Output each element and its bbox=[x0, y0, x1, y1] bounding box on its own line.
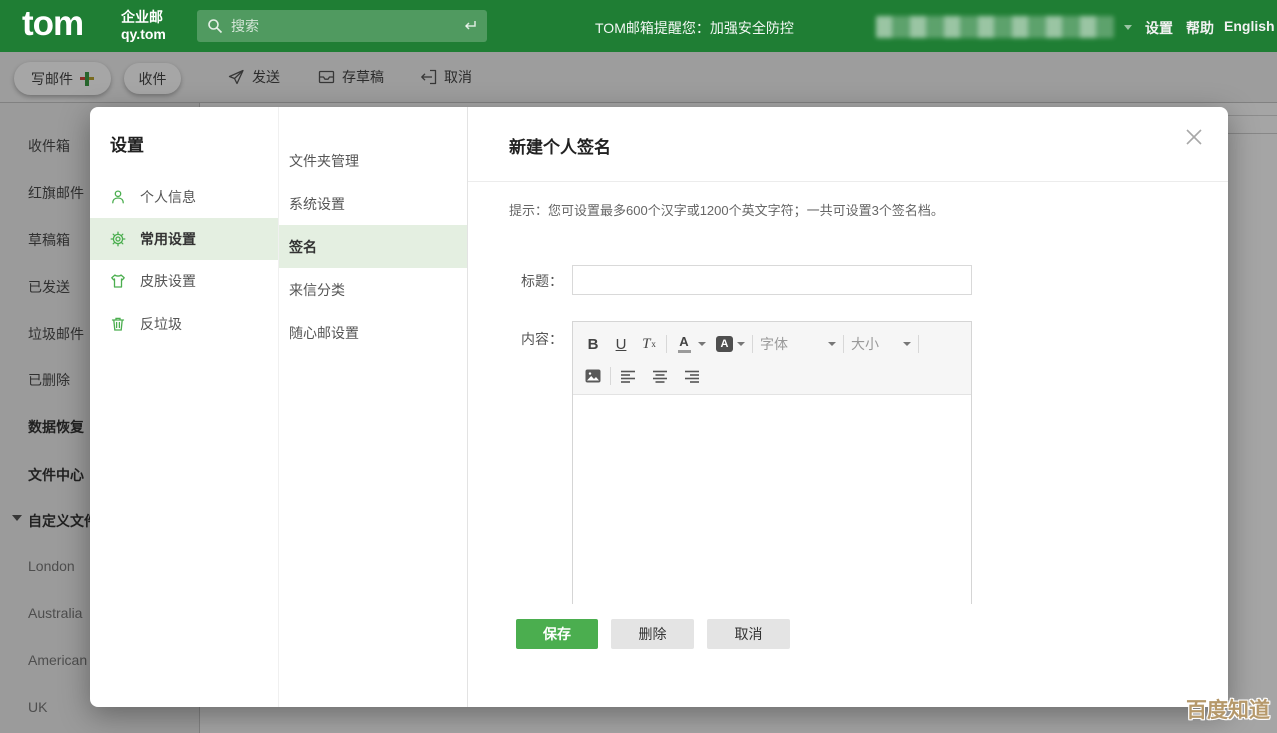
bg-color-button[interactable]: A bbox=[716, 336, 733, 352]
toolbar-separator bbox=[918, 335, 919, 353]
content-field-label: 内容： bbox=[521, 329, 563, 349]
image-icon bbox=[585, 369, 601, 383]
gear-icon bbox=[110, 231, 126, 247]
bg-color-caret-icon[interactable] bbox=[737, 342, 745, 346]
cancel-button[interactable]: 取消 bbox=[707, 619, 790, 649]
dialog-hint: 提示：您可设置最多600个汉字或1200个英文字符；一共可设置3个签名档。 bbox=[509, 200, 944, 219]
clear-format-button[interactable]: Tx bbox=[639, 333, 659, 355]
menu-label: 常用设置 bbox=[140, 229, 196, 249]
toolbar-separator bbox=[610, 367, 611, 385]
account-caret-icon[interactable] bbox=[1124, 25, 1132, 30]
submenu-item-signature[interactable]: 签名 bbox=[279, 225, 468, 268]
trash-icon bbox=[110, 316, 126, 332]
toolbar-separator bbox=[752, 335, 753, 353]
close-icon[interactable] bbox=[1184, 127, 1204, 147]
menu-label: 反垃圾 bbox=[140, 314, 182, 334]
menu-label: 皮肤设置 bbox=[140, 271, 196, 291]
align-left-button[interactable] bbox=[618, 365, 638, 387]
rich-text-editor: B U Tx A A 字体 大小 bbox=[572, 321, 972, 604]
search-box[interactable] bbox=[197, 10, 487, 42]
menu-item-skin-settings[interactable]: 皮肤设置 bbox=[90, 260, 278, 302]
brand-line2: qy.tom bbox=[121, 26, 166, 43]
insert-image-button[interactable] bbox=[583, 365, 603, 387]
font-family-select[interactable]: 字体 bbox=[760, 334, 836, 354]
settings-submenu-panel: 文件夹管理 系统设置 签名 来信分类 随心邮设置 bbox=[278, 107, 467, 707]
align-right-icon bbox=[685, 370, 699, 383]
tom-logo: tom bbox=[22, 4, 83, 44]
title-field-label: 标题： bbox=[521, 271, 563, 291]
menu-label: 个人信息 bbox=[140, 187, 196, 207]
submenu-item-suixin-mail[interactable]: 随心邮设置 bbox=[279, 311, 468, 354]
brand-line1: 企业邮 bbox=[121, 9, 166, 26]
signature-dialog: 新建个人签名 提示：您可设置最多600个汉字或1200个英文字符；一共可设置3个… bbox=[467, 107, 1228, 707]
align-right-button[interactable] bbox=[682, 365, 702, 387]
save-button[interactable]: 保存 bbox=[516, 619, 598, 649]
bold-button[interactable]: B bbox=[583, 333, 603, 355]
menu-item-personal-info[interactable]: 个人信息 bbox=[90, 176, 278, 218]
dialog-title: 新建个人签名 bbox=[509, 133, 611, 158]
person-icon bbox=[110, 189, 126, 205]
font-color-button[interactable]: A bbox=[674, 333, 694, 355]
search-icon bbox=[207, 18, 223, 34]
menu-item-common-settings[interactable]: 常用设置 bbox=[90, 218, 278, 260]
settings-menu-panel: 设置 个人信息 常用设置 皮肤设置 bbox=[90, 107, 278, 707]
submenu-item-system-settings[interactable]: 系统设置 bbox=[279, 182, 468, 225]
font-size-select[interactable]: 大小 bbox=[851, 334, 911, 354]
underline-button[interactable]: U bbox=[611, 333, 631, 355]
font-caret-icon bbox=[828, 342, 836, 346]
top-header: tom 企业邮 qy.tom TOM邮箱提醒您：加强安全防控 设置 帮助 Eng… bbox=[0, 0, 1277, 52]
enter-icon bbox=[462, 19, 477, 33]
blurred-account-email bbox=[876, 16, 1114, 38]
baidu-zhidao-watermark: 百度知道 bbox=[1186, 694, 1270, 724]
menu-item-anti-spam[interactable]: 反垃圾 bbox=[90, 303, 278, 345]
align-center-button[interactable] bbox=[650, 365, 670, 387]
signature-content-area[interactable] bbox=[573, 395, 971, 604]
align-center-icon bbox=[653, 370, 667, 383]
search-input[interactable] bbox=[231, 18, 462, 34]
title-divider bbox=[468, 181, 1228, 182]
font-color-caret-icon[interactable] bbox=[698, 342, 706, 346]
editor-toolbar: B U Tx A A 字体 大小 bbox=[573, 322, 971, 395]
tshirt-icon bbox=[110, 273, 126, 289]
security-notice: TOM邮箱提醒您：加强安全防控 bbox=[595, 18, 794, 38]
settings-panel-title: 设置 bbox=[110, 131, 144, 156]
toolbar-separator bbox=[666, 335, 667, 353]
header-language-link[interactable]: English bbox=[1224, 18, 1275, 34]
header-help-link[interactable]: 帮助 bbox=[1186, 18, 1214, 38]
submenu-item-folder-management[interactable]: 文件夹管理 bbox=[279, 139, 468, 182]
delete-button[interactable]: 删除 bbox=[611, 619, 694, 649]
header-settings-link[interactable]: 设置 bbox=[1145, 18, 1173, 38]
signature-title-input[interactable] bbox=[572, 265, 972, 295]
submenu-item-mail-classification[interactable]: 来信分类 bbox=[279, 268, 468, 311]
screen: tom 企业邮 qy.tom TOM邮箱提醒您：加强安全防控 设置 帮助 Eng… bbox=[0, 0, 1277, 733]
toolbar-separator bbox=[843, 335, 844, 353]
align-left-icon bbox=[621, 370, 635, 383]
settings-modal: 设置 个人信息 常用设置 皮肤设置 bbox=[90, 107, 1228, 707]
size-caret-icon bbox=[903, 342, 911, 346]
brand-text: 企业邮 qy.tom bbox=[121, 9, 166, 43]
